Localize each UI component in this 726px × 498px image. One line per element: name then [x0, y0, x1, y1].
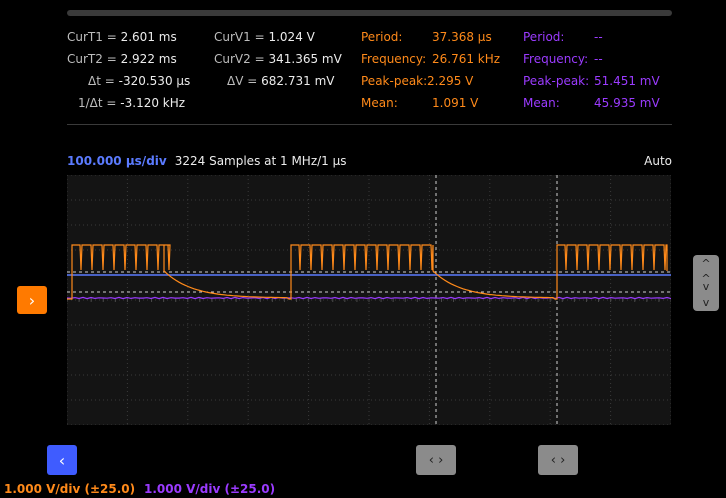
ch1-frequency: Frequency: 26.761 kHz [361, 52, 501, 66]
ch2-frequency: Frequency: -- [523, 52, 603, 66]
cursor-t1-readout: CurT1 = 2.601 ms [67, 30, 177, 44]
chevron-up-icon[interactable]: ^ [701, 257, 710, 270]
chevron-up-down-icon[interactable]: ^ v [701, 273, 710, 292]
ch1-mean: Mean: 1.091 V [361, 96, 479, 110]
ch1-peak-peak: Peak-peak:2.295 V [361, 74, 474, 88]
ch2-peak-peak: Peak-peak: 51.451 mV [523, 74, 660, 88]
chevron-right-icon: › [28, 290, 36, 310]
ch2-period: Period: -- [523, 30, 603, 44]
waveform-display[interactable] [67, 175, 671, 425]
cursor-2-handle[interactable]: ‹ › [538, 445, 578, 475]
waveform-canvas[interactable] [67, 175, 671, 425]
graticule [67, 175, 671, 425]
ch1-scale[interactable]: 1.000 V/div (±25.0) [4, 482, 135, 496]
inverse-delta-t-readout: 1/Δt = -3.120 kHz [78, 96, 186, 110]
cursor-v1-readout: CurV1 = 1.024 V [214, 30, 315, 44]
scroll-left-button[interactable]: ‹ [47, 445, 77, 475]
vertical-cursor-handle[interactable]: ^ ^ v v [693, 255, 719, 311]
timebase-bar: 100.000 μs/div 3224 Samples at 1 MHz/1 μs [67, 154, 347, 168]
cursor-1-handle[interactable]: ‹ › [416, 445, 456, 475]
timebase-per-div[interactable]: 100.000 μs/div [67, 154, 167, 168]
ch2-mean: Mean: 45.935 mV [523, 96, 660, 110]
ch1-period: Period: 37.368 μs [361, 30, 492, 44]
chevron-left-right-icon: ‹ › [550, 452, 566, 468]
chevron-left-right-icon: ‹ › [428, 452, 444, 468]
cursor-v2-readout: CurV2 = 341.365 mV [214, 52, 342, 66]
sample-info: 3224 Samples at 1 MHz/1 μs [174, 154, 347, 168]
chevron-down-icon[interactable]: v [703, 296, 710, 309]
horizontal-scrollbar[interactable] [67, 10, 672, 16]
chevron-left-icon: ‹ [58, 450, 66, 470]
cursor-t2-readout: CurT2 = 2.922 ms [67, 52, 177, 66]
delta-t-readout: Δt = -320.530 μs [88, 74, 191, 88]
delta-v-readout: ΔV = 682.731 mV [227, 74, 335, 88]
ch2-trace [67, 296, 671, 300]
trigger-mode[interactable]: Auto [644, 154, 672, 168]
channel-offset-handle[interactable]: › [17, 286, 47, 314]
divider [67, 124, 672, 125]
ch2-scale[interactable]: 1.000 V/div (±25.0) [144, 482, 275, 496]
